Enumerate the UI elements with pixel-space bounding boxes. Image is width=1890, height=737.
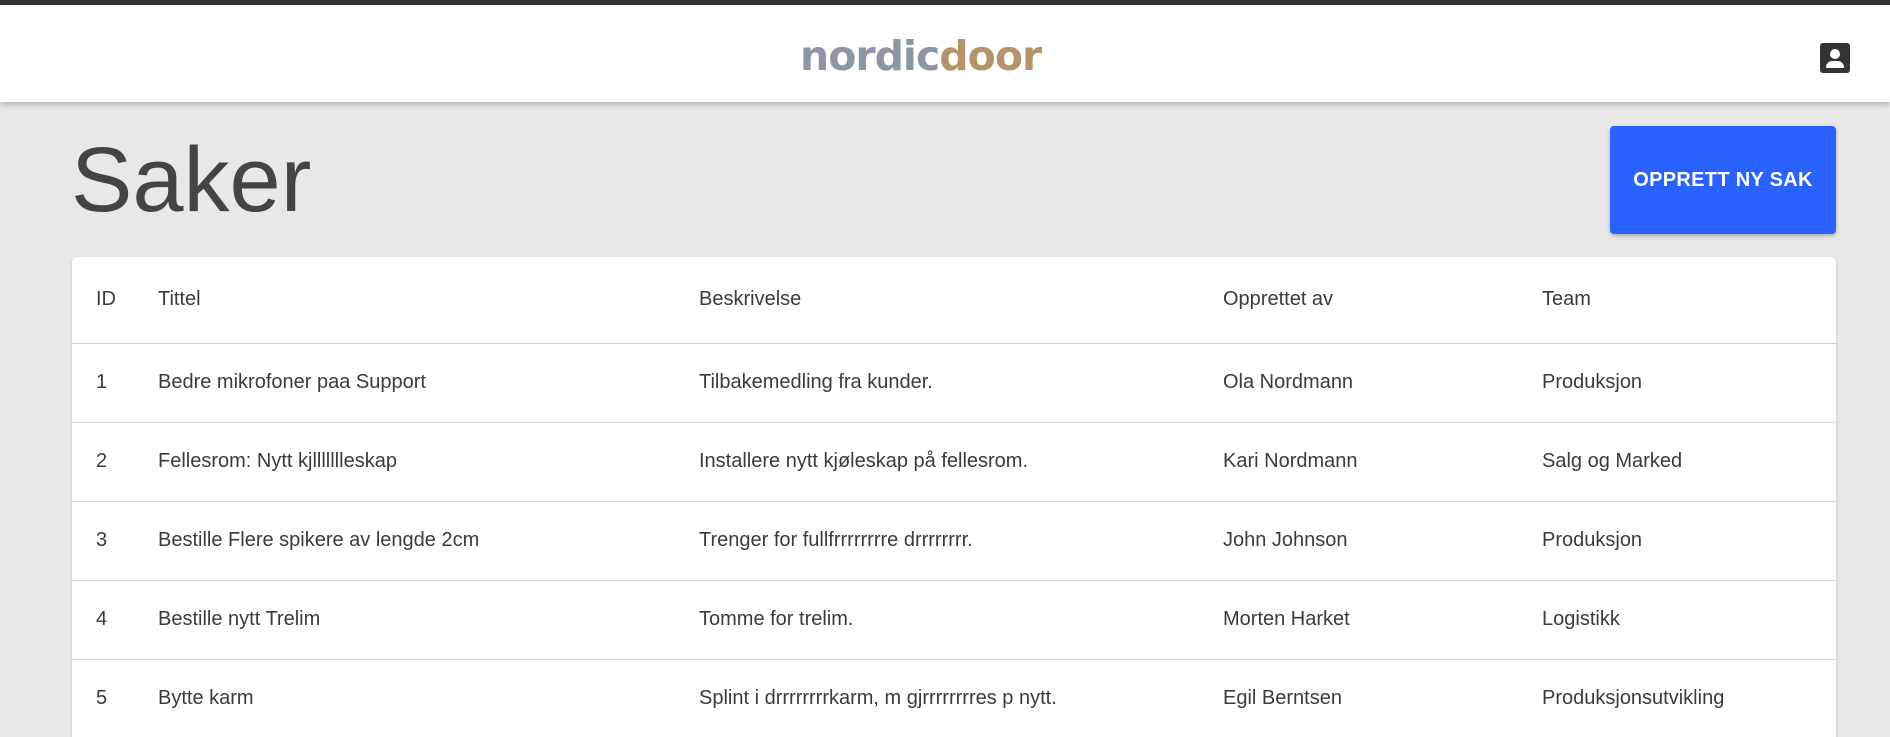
cell-description: Installere nytt kjøleskap på fellesrom.: [699, 422, 1223, 502]
cell-description: Splint i drrrrrrrrkarm, m gjrrrrrrrres p…: [699, 659, 1223, 737]
create-case-button[interactable]: OPPRETT NY SAK: [1610, 126, 1836, 234]
table-row[interactable]: 1 Bedre mikrofoner paa Support Tilbakeme…: [72, 343, 1836, 423]
cell-team: Produksjonsutvikling: [1542, 659, 1836, 737]
cases-table-card: ID Tittel Beskrivelse Opprettet av Team …: [72, 257, 1836, 737]
cell-id: 2: [72, 422, 158, 502]
table-row[interactable]: 3 Bestille Flere spikere av lengde 2cm T…: [72, 501, 1836, 581]
cell-team: Salg og Marked: [1542, 422, 1836, 502]
cell-created-by: Egil Berntsen: [1223, 659, 1542, 737]
cell-title: Bestille Flere spikere av lengde 2cm: [158, 501, 699, 581]
cases-table: ID Tittel Beskrivelse Opprettet av Team …: [72, 257, 1836, 737]
logo-door-text: door: [939, 32, 1042, 80]
cell-description: Tilbakemedling fra kunder.: [699, 343, 1223, 423]
column-header-created-by: Opprettet av: [1223, 257, 1542, 344]
cell-created-by: John Johnson: [1223, 501, 1542, 581]
table-row[interactable]: 2 Fellesrom: Nytt kjllllllleskap Install…: [72, 422, 1836, 502]
cell-created-by: Ola Nordmann: [1223, 343, 1542, 423]
app-header: nordicdoor: [0, 5, 1890, 102]
account-box-icon[interactable]: [1820, 43, 1850, 73]
cell-created-by: Morten Harket: [1223, 580, 1542, 660]
page-title: Saker: [71, 129, 312, 231]
column-header-team: Team: [1542, 257, 1836, 344]
cell-title: Fellesrom: Nytt kjllllllleskap: [158, 422, 699, 502]
cell-title: Bedre mikrofoner paa Support: [158, 343, 699, 423]
account-icon-body: [1826, 61, 1844, 68]
nordicdoor-logo[interactable]: nordicdoor: [800, 31, 1042, 81]
table-row[interactable]: 4 Bestille nytt Trelim Tomme for trelim.…: [72, 580, 1836, 660]
cell-id: 3: [72, 501, 158, 581]
table-header-row: ID Tittel Beskrivelse Opprettet av Team: [72, 257, 1836, 344]
cell-id: 4: [72, 580, 158, 660]
cell-title: Bestille nytt Trelim: [158, 580, 699, 660]
table-row[interactable]: 5 Bytte karm Splint i drrrrrrrrkarm, m g…: [72, 659, 1836, 737]
account-icon-head: [1830, 49, 1840, 59]
column-header-description: Beskrivelse: [699, 257, 1223, 344]
column-header-title: Tittel: [158, 257, 699, 344]
cell-team: Logistikk: [1542, 580, 1836, 660]
cell-created-by: Kari Nordmann: [1223, 422, 1542, 502]
column-header-id: ID: [72, 257, 158, 344]
cell-id: 5: [72, 659, 158, 737]
cell-title: Bytte karm: [158, 659, 699, 737]
cell-team: Produksjon: [1542, 343, 1836, 423]
logo-nordic-text: nordic: [800, 32, 940, 80]
cell-team: Produksjon: [1542, 501, 1836, 581]
cell-description: Tomme for trelim.: [699, 580, 1223, 660]
cell-id: 1: [72, 343, 158, 423]
cell-description: Trenger for fullfrrrrrrrre drrrrrrrr.: [699, 501, 1223, 581]
